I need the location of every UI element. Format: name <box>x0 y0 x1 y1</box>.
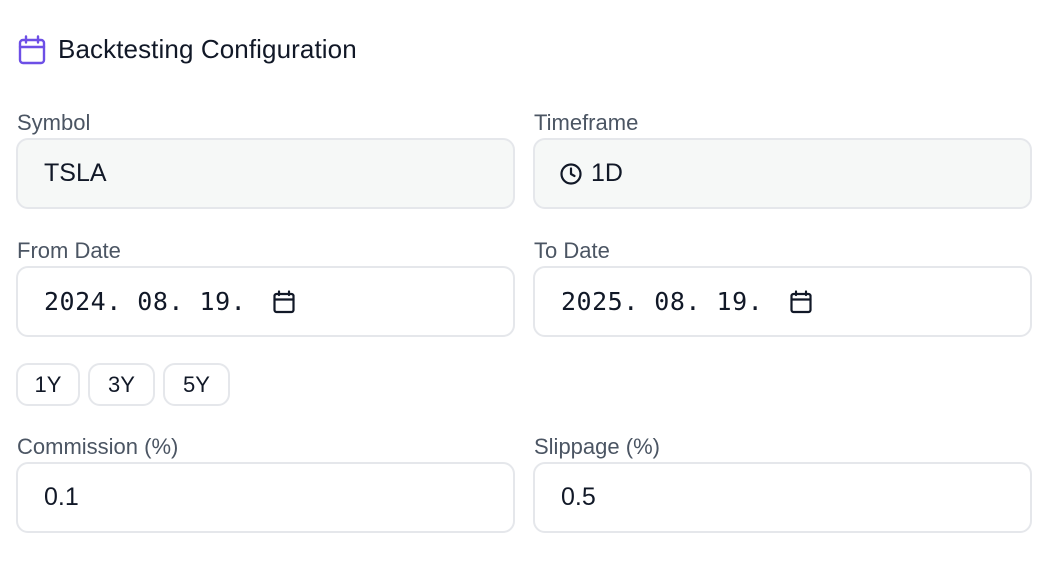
commission-label: Commission (%) <box>17 434 179 459</box>
symbol-value: TSLA <box>44 159 107 187</box>
slippage-input[interactable]: 0.5 <box>533 462 1032 533</box>
commission-value: 0.1 <box>44 483 79 511</box>
slippage-value: 0.5 <box>561 483 596 511</box>
slippage-label: Slippage (%) <box>534 434 660 459</box>
timeframe-value: 1D <box>591 159 623 187</box>
commission-input[interactable]: 0.1 <box>16 462 515 533</box>
to-date-value: 2025. 08. 19. <box>561 287 764 316</box>
calendar-picker-icon[interactable] <box>272 289 296 314</box>
calendar-icon <box>18 34 46 64</box>
section-header: Backtesting Configuration <box>18 34 357 65</box>
symbol-label: Symbol <box>17 110 91 135</box>
to-date-label: To Date <box>534 238 610 263</box>
preset-5y-button[interactable]: 5Y <box>163 363 230 406</box>
preset-1y-button[interactable]: 1Y <box>16 363 80 406</box>
timeframe-select[interactable]: 1D <box>533 138 1032 209</box>
page-title: Backtesting Configuration <box>58 34 357 64</box>
preset-3y-button[interactable]: 3Y <box>88 363 155 406</box>
symbol-field[interactable]: TSLA <box>16 138 515 209</box>
calendar-picker-icon[interactable] <box>789 289 813 314</box>
timeframe-label: Timeframe <box>534 110 639 135</box>
from-date-value: 2024. 08. 19. <box>44 287 247 316</box>
from-date-input[interactable]: 2024. 08. 19. <box>16 266 515 337</box>
clock-icon <box>560 162 582 185</box>
to-date-input[interactable]: 2025. 08. 19. <box>533 266 1032 337</box>
from-date-label: From Date <box>17 238 121 263</box>
